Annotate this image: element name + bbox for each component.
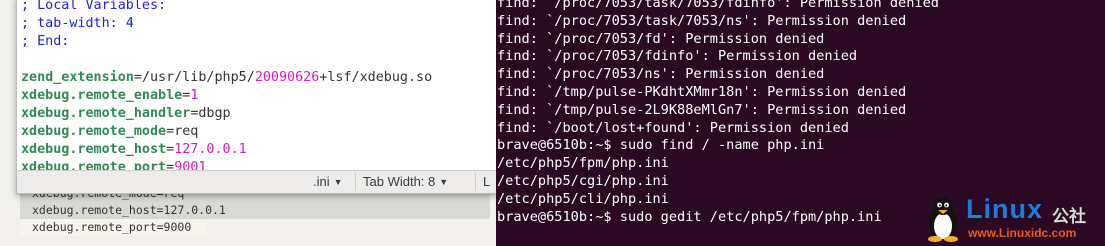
comment-line: ; Local Variables: xyxy=(21,0,167,13)
equals-sign: = xyxy=(166,124,175,139)
watermark-chinese: 公社 xyxy=(1052,207,1086,227)
cursor-position[interactable]: L xyxy=(483,174,490,189)
terminal-line: find: `/proc/7053/fd': Permission denied xyxy=(497,30,825,47)
setting-key: zend_extension xyxy=(21,70,134,85)
terminal-line: find: `/proc/7053/task/7053/fdinfo': Per… xyxy=(497,0,939,11)
comment-line: ; tab-width: 4 xyxy=(21,16,134,31)
setting-value: 1 xyxy=(190,88,199,103)
setting-value: req xyxy=(174,124,199,139)
tux-penguin-icon xyxy=(928,197,958,242)
terminal-line: find: `/boot/lost+found': Permission den… xyxy=(497,119,849,136)
gedit-window[interactable]: ; Local Variables: ; tab-width: 4 ; End:… xyxy=(16,0,498,194)
terminal-output: find: `/proc/7053/task/7053/fdinfo': Per… xyxy=(496,0,1105,226)
terminal-line: find: `/proc/7053/fdinfo': Permission de… xyxy=(497,48,858,65)
setting-key: xdebug.remote_handler xyxy=(21,106,191,121)
terminal-line: /etc/php5/cgi/php.ini xyxy=(497,172,669,189)
terminal-line: /etc/php5/fpm/php.ini xyxy=(497,155,669,172)
equals-sign: = xyxy=(133,70,142,85)
setting-line: xdebug.remote_host=127.0.0.1 xyxy=(21,141,497,159)
watermark-url: www.Linuxidc.com xyxy=(968,226,1077,240)
watermark: Linux 公社 www.Linuxidc.com xyxy=(924,194,1099,244)
setting-line: xdebug.remote_handler=dbgp xyxy=(21,105,497,123)
terminal-window[interactable]: find: `/proc/7053/task/7053/fdinfo': Per… xyxy=(496,0,1105,246)
bg-line-remote-port: xdebug.remote_port=9000 xyxy=(20,219,207,236)
zend-extension-line: zend_extension=/usr/lib/php5/20090626+ls… xyxy=(21,69,497,87)
setting-value: dbgp xyxy=(198,106,231,121)
terminal-prompt-line: brave@6510b:~$ sudo find / -name php.ini xyxy=(497,137,825,154)
tab-width-label: Tab Width: 8 xyxy=(363,174,436,189)
status-bar: .ini ▼ Tab Width: 8 ▼ L xyxy=(17,170,497,193)
language-label: .ini xyxy=(313,174,330,189)
equals-sign: = xyxy=(166,142,175,157)
setting-line: xdebug.remote_enable=1 xyxy=(21,87,497,105)
terminal-line: find: `/proc/7053/ns': Permission denied xyxy=(497,66,825,83)
setting-key: xdebug.remote_host xyxy=(21,142,167,157)
status-divider xyxy=(475,173,476,191)
tab-width-selector[interactable]: Tab Width: 8 ▼ xyxy=(363,174,448,189)
comment-line: ; End: xyxy=(21,34,70,49)
terminal-line: find: `/tmp/pulse-PKdhtXMmr18n': Permiss… xyxy=(497,83,907,100)
path-number: 20090626 xyxy=(254,70,320,85)
watermark-brand: Linux xyxy=(966,194,1043,224)
chevron-down-icon: ▼ xyxy=(333,177,343,187)
status-divider xyxy=(355,173,356,191)
setting-line: xdebug.remote_mode=req xyxy=(21,123,497,141)
language-selector[interactable]: .ini ▼ xyxy=(313,174,343,189)
chevron-down-icon: ▼ xyxy=(439,177,449,187)
path-prefix: /usr/lib/php5/ xyxy=(141,70,255,85)
setting-key: xdebug.remote_enable xyxy=(21,88,183,103)
setting-key: xdebug.remote_mode xyxy=(21,124,167,139)
terminal-line: find: `/proc/7053/task/7053/ns': Permiss… xyxy=(497,12,907,29)
setting-value: 127.0.0.1 xyxy=(174,142,247,157)
path-suffix: +lsf/xdebug.so xyxy=(319,70,433,85)
bg-line-remote-host: xdebug.remote_host=127.0.0.1 xyxy=(20,202,490,219)
editor-text-area[interactable]: ; Local Variables: ; tab-width: 4 ; End:… xyxy=(21,0,497,171)
terminal-line: find: `/tmp/pulse-2L9K88eMlGn7': Permiss… xyxy=(497,101,907,118)
